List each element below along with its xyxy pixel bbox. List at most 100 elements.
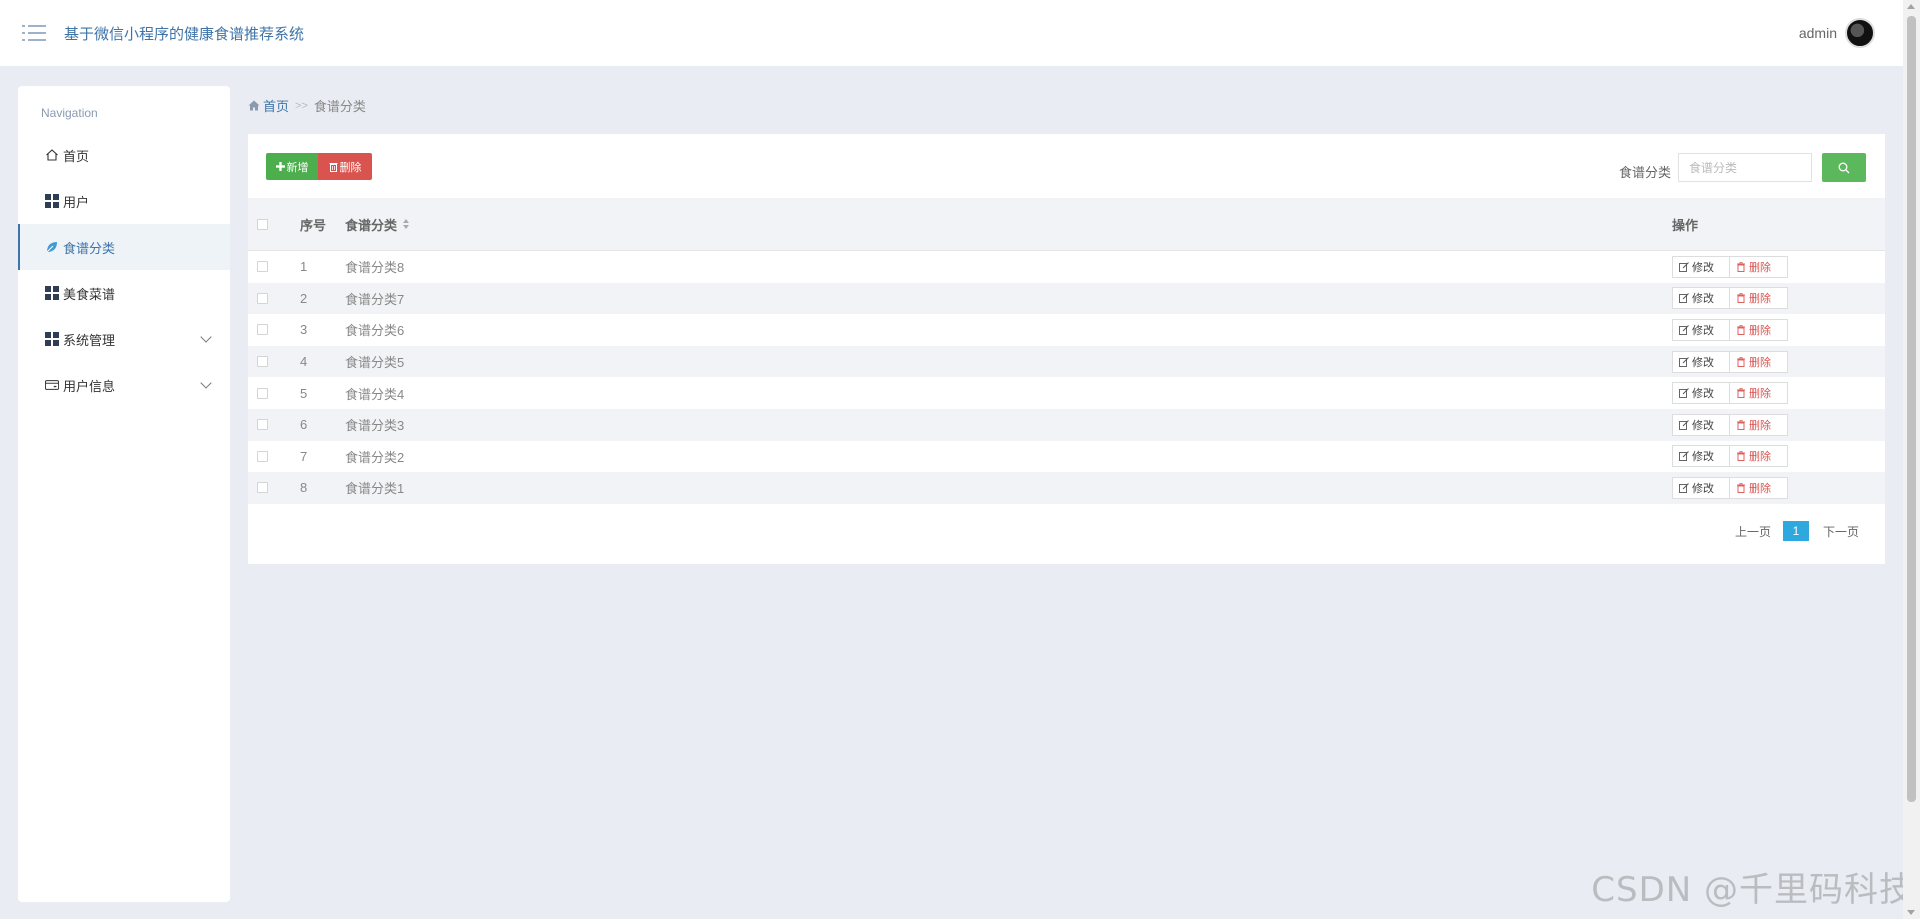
breadcrumb: 首页 >> 食谱分类	[248, 96, 366, 115]
row-checkbox[interactable]	[257, 450, 268, 462]
table-body: 1 食谱分类8 修改 删除 2 食谱分类7 修改 删除 3 食谱分类6 修改 删除 4 食谱分类5 修改 删除…	[248, 251, 1885, 504]
sidebar-item-recipes[interactable]: 美食菜谱	[18, 270, 230, 316]
row-delete-button[interactable]: 删除	[1730, 382, 1788, 405]
table-row: 1 食谱分类8 修改 删除	[248, 251, 1885, 283]
row-actions: 修改 删除	[1672, 255, 1885, 278]
sidebar-item-users[interactable]: 用户	[18, 178, 230, 224]
trash-icon	[1737, 483, 1745, 493]
breadcrumb-home[interactable]: 首页	[248, 96, 289, 115]
scrollbar[interactable]	[1903, 0, 1920, 919]
sidebar-item-label: 美食菜谱	[63, 286, 116, 302]
scroll-thumb[interactable]	[1907, 16, 1916, 802]
menu-toggle-icon[interactable]	[22, 23, 46, 43]
sidebar-item-home[interactable]: 首页	[18, 132, 230, 178]
add-button-label: 新增	[286, 161, 309, 174]
nav-heading: Navigation	[41, 106, 98, 120]
edit-icon	[1679, 293, 1689, 304]
edit-button[interactable]: 修改	[1672, 287, 1730, 310]
breadcrumb-separator: >>	[295, 99, 308, 112]
chevron-down-icon	[200, 331, 212, 343]
row-checkbox[interactable]	[257, 324, 268, 336]
next-page-link[interactable]: 下一页	[1823, 523, 1859, 540]
column-header-actions: 操作	[1672, 217, 1699, 233]
category-table: 序号 食谱分类 操作 1 食谱分类8 修改 删除 2 食谱分类7 修改 删除 3 食谱分类6 修改删…	[248, 198, 1885, 504]
row-checkbox[interactable]	[257, 482, 268, 494]
sidebar-item-label: 首页	[63, 148, 90, 164]
page-number-current[interactable]: 1	[1782, 521, 1809, 541]
delete-button-label: 删除	[339, 161, 362, 174]
table-row: 3 食谱分类6 修改 删除	[248, 314, 1885, 346]
edit-button-label: 修改	[1692, 324, 1714, 337]
trash-icon	[1737, 420, 1745, 430]
edit-button[interactable]: 修改	[1672, 413, 1730, 436]
search-button[interactable]	[1822, 153, 1866, 182]
sidebar-item-user-info[interactable]: 用户信息	[18, 362, 230, 408]
row-delete-button[interactable]: 删除	[1730, 476, 1788, 499]
user-menu[interactable]: admin	[1799, 18, 1875, 48]
edit-button[interactable]: 修改	[1672, 476, 1730, 499]
sidebar-item-system[interactable]: 系统管理	[18, 316, 230, 362]
user-name[interactable]: admin	[1799, 25, 1837, 41]
edit-button[interactable]: 修改	[1672, 445, 1730, 468]
row-category-name: 食谱分类8	[345, 260, 405, 276]
edit-icon	[1679, 451, 1689, 462]
watermark: CSDN @千里码科技	[1591, 870, 1914, 910]
row-checkbox[interactable]	[257, 261, 268, 273]
row-checkbox[interactable]	[257, 292, 268, 304]
edit-button[interactable]: 修改	[1672, 318, 1730, 341]
edit-button[interactable]: 修改	[1672, 350, 1730, 373]
column-header-name[interactable]: 食谱分类	[345, 215, 1672, 234]
top-header: 基于微信小程序的健康食谱推荐系统 admin	[0, 0, 1903, 66]
row-delete-button[interactable]: 删除	[1730, 445, 1788, 468]
row-actions: 修改 删除	[1672, 476, 1885, 499]
row-index: 6	[300, 417, 308, 433]
row-delete-button[interactable]: 删除	[1730, 287, 1788, 310]
row-index: 7	[300, 448, 308, 464]
card-icon	[45, 378, 59, 392]
trash-icon	[329, 162, 337, 172]
sidebar-item-recipe-category[interactable]: 食谱分类	[18, 224, 230, 270]
row-delete-button[interactable]: 删除	[1730, 318, 1788, 341]
row-delete-button-label: 删除	[1749, 293, 1771, 306]
row-index: 4	[300, 354, 308, 370]
select-all-checkbox[interactable]	[257, 218, 268, 230]
row-checkbox[interactable]	[257, 356, 268, 368]
avatar[interactable]	[1845, 18, 1875, 48]
batch-delete-button[interactable]: 删除	[318, 153, 372, 180]
edit-button-label: 修改	[1692, 482, 1714, 495]
row-actions: 修改 删除	[1672, 445, 1885, 468]
row-category-name: 食谱分类2	[345, 449, 405, 465]
table-row: 8 食谱分类1 修改 删除	[248, 472, 1885, 504]
home-icon	[248, 100, 260, 111]
row-delete-button[interactable]: 删除	[1730, 413, 1788, 436]
column-header-index: 序号	[300, 217, 327, 233]
sort-icon[interactable]	[403, 219, 410, 229]
home-icon	[45, 148, 59, 162]
grid-icon	[45, 286, 59, 300]
row-checkbox[interactable]	[257, 387, 268, 399]
prev-page-link[interactable]: 上一页	[1735, 523, 1771, 540]
row-actions: 修改 删除	[1672, 350, 1885, 373]
row-delete-button-label: 删除	[1749, 324, 1771, 337]
row-delete-button[interactable]: 删除	[1730, 255, 1788, 278]
scroll-up-icon[interactable]	[1907, 4, 1915, 9]
search-input[interactable]	[1678, 153, 1812, 182]
edit-button[interactable]: 修改	[1672, 382, 1730, 405]
edit-icon	[1679, 483, 1689, 493]
row-index: 1	[300, 259, 308, 275]
scroll-down-icon[interactable]	[1907, 910, 1915, 915]
row-checkbox[interactable]	[257, 419, 268, 431]
row-actions: 修改 删除	[1672, 413, 1885, 436]
table-row: 2 食谱分类7 修改 删除	[248, 282, 1885, 315]
add-button[interactable]: 新增	[266, 153, 318, 180]
table-row: 7 食谱分类2 修改 删除	[248, 441, 1885, 473]
row-delete-button-label: 删除	[1749, 451, 1771, 464]
row-category-name: 食谱分类6	[345, 323, 405, 339]
table-row: 4 食谱分类5 修改 删除	[248, 345, 1885, 378]
edit-button-label: 修改	[1692, 419, 1714, 432]
edit-button[interactable]: 修改	[1672, 255, 1730, 278]
sidebar-item-label: 用户	[63, 194, 90, 210]
row-delete-button[interactable]: 删除	[1730, 350, 1788, 373]
leaf-icon	[45, 240, 59, 254]
row-delete-button-label: 删除	[1749, 419, 1771, 432]
